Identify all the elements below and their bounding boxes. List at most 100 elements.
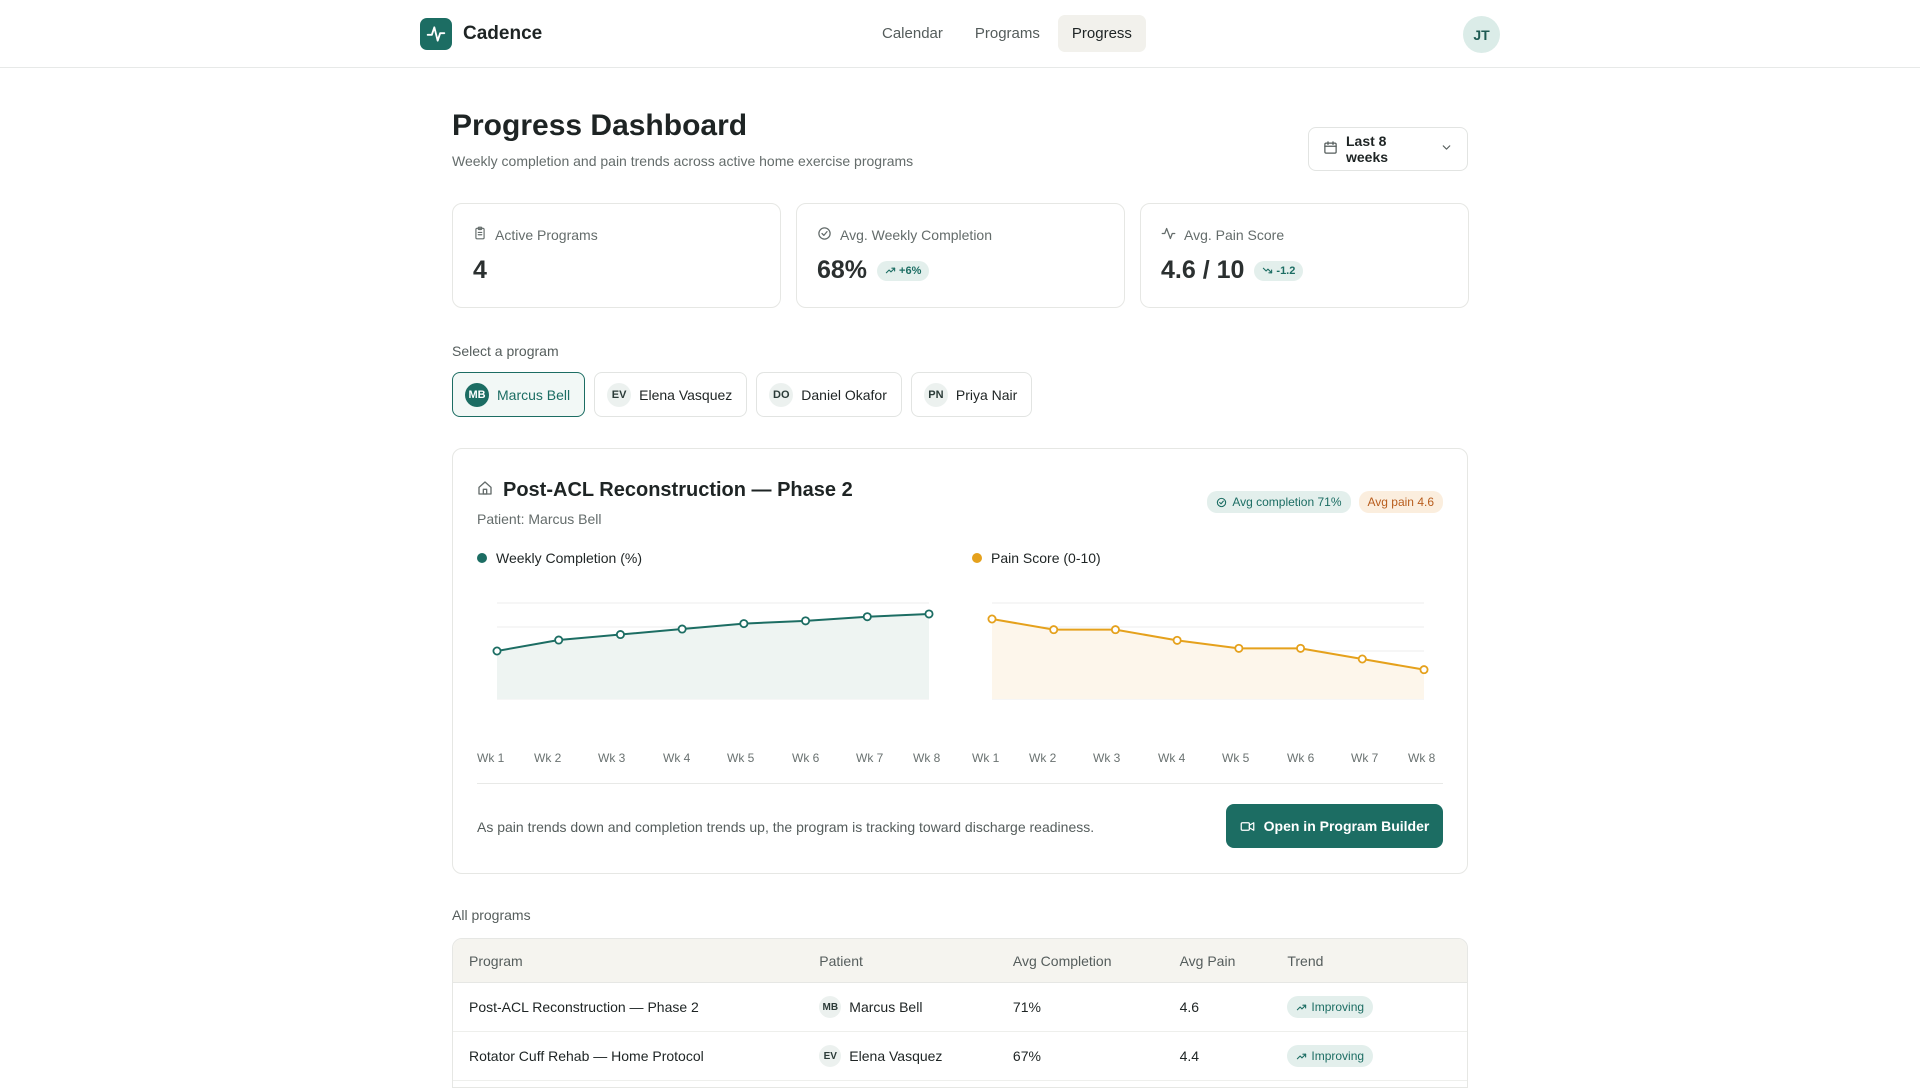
stat-card-active-programs: Active Programs 4 [452, 203, 781, 308]
completion-x-tick-label: Wk 6 [792, 751, 820, 765]
page-subtitle: Weekly completion and pain trends across… [452, 153, 914, 169]
completion-point-6 [801, 616, 811, 626]
program-tab-elena-vasquez[interactable]: EV Elena Vasquez [594, 372, 748, 417]
pain-x-tick-label: Wk 7 [1351, 751, 1379, 765]
program-tab-label: Elena Vasquez [639, 386, 733, 403]
avatar: EV [607, 382, 632, 407]
completion-chart-legend: Weekly Completion (%) [477, 550, 642, 566]
program-detail-card: Post-ACL Reconstruction — Phase 2 Patien… [452, 448, 1468, 874]
completion-x-tick-label: Wk 3 [598, 751, 626, 765]
stat-label: Avg. Pain Score [1184, 227, 1285, 243]
nav-programs[interactable]: Programs [961, 15, 1054, 52]
trend-up-icon [885, 267, 896, 274]
completion-point-7 [862, 612, 872, 622]
top-navigation-bar: Cadence Calendar Programs Progress JT [0, 0, 1920, 68]
main-nav: Calendar Programs Progress [868, 15, 1146, 52]
completion-x-tick-label: Wk 5 [727, 751, 755, 765]
trend-up-icon [1297, 1053, 1307, 1059]
completion-point-8 [924, 609, 934, 619]
pain-point-7 [1357, 654, 1367, 664]
trend-badge: Improving [1287, 1045, 1374, 1067]
pain-x-tick-label: Wk 4 [1158, 751, 1186, 765]
column-header-patient[interactable]: Patient [819, 953, 1013, 969]
pain-point-3 [1110, 625, 1120, 635]
delta-badge: +6% [877, 260, 930, 281]
completion-point-2 [554, 635, 564, 645]
stat-value: 4.6 / 10 [1161, 256, 1245, 284]
program-patient: Patient: Marcus Bell [477, 511, 602, 527]
activity-icon [1161, 226, 1176, 244]
chevron-down-icon [1440, 141, 1453, 157]
avatar: MB [819, 996, 842, 1018]
pain-x-tick-label: Wk 6 [1287, 751, 1315, 765]
cell-trend: Improving [1287, 1045, 1467, 1067]
home-icon [477, 480, 493, 501]
app-name: Cadence [463, 23, 543, 44]
pain-chart-legend: Pain Score (0-10) [972, 550, 1101, 566]
cell-patient: MB Marcus Bell [819, 996, 1013, 1018]
divider [477, 783, 1443, 784]
stat-label: Active Programs [495, 226, 598, 243]
stat-card-avg-pain: Avg. Pain Score 4.6 / 10 -1.2 [1140, 203, 1469, 308]
pain-line-chart: Wk 1 Wk 2 Wk 3 Wk 4 Wk 5 Wk 6 Wk 7 Wk 8 [972, 602, 1436, 765]
completion-point-1 [492, 646, 502, 656]
trend-down-icon [1263, 267, 1273, 274]
cell-completion: 71% [1012, 999, 1041, 1015]
program-tab-label: Daniel Okafor [801, 386, 887, 403]
cell-trend: Improving [1287, 996, 1467, 1018]
pain-chart-title: Pain Score (0-10) [991, 550, 1101, 566]
date-range-value: Last 8 weeks [1346, 133, 1389, 165]
pain-x-tick-label: Wk 8 [1408, 751, 1436, 765]
column-header-trend[interactable]: Trend [1287, 953, 1467, 969]
table-row[interactable]: Rotator Cuff Rehab — Home Protocol EV El… [453, 1032, 1467, 1081]
avg-pain-pill: Avg pain 4.6 [1358, 491, 1443, 513]
open-program-builder-button[interactable]: Open in Program Builder [1226, 804, 1443, 848]
program-tabs: MB Marcus Bell EV Elena Vasquez DO Danie… [452, 372, 1033, 417]
table-row[interactable]: Post-ACL Reconstruction — Phase 2 MB Mar… [453, 983, 1467, 1032]
column-header-program[interactable]: Program [453, 953, 819, 969]
nav-calendar[interactable]: Calendar [868, 15, 957, 52]
cell-patient: EV Elena Vasquez [819, 1045, 1013, 1067]
trend-up-icon [1297, 1004, 1307, 1010]
avatar: PN [923, 382, 948, 407]
date-range-select[interactable]: Last 8 weeks [1308, 127, 1468, 171]
pain-point-1 [987, 614, 997, 624]
pain-point-8 [1419, 665, 1429, 675]
avatar: EV [819, 1045, 842, 1067]
insight-text: As pain trends down and completion trend… [477, 819, 1095, 835]
completion-x-tick-label: Wk 1 [477, 751, 505, 765]
column-header-avg-pain[interactable]: Avg Pain [1180, 953, 1288, 969]
trend-badge: Improving [1287, 996, 1374, 1018]
pain-x-tick-label: Wk 3 [1093, 751, 1121, 765]
stat-card-avg-completion: Avg. Weekly Completion 68% +6% [796, 203, 1125, 308]
check-circle-icon [1217, 497, 1227, 507]
program-tab-daniel-okafor[interactable]: DO Daniel Okafor [756, 372, 902, 417]
program-tab-priya-nair[interactable]: PN Priya Nair [910, 372, 1033, 417]
cell-pain: 4.4 [1179, 1048, 1200, 1064]
user-avatar[interactable]: JT [1463, 16, 1500, 53]
legend-dot [972, 553, 982, 563]
calendar-icon [1323, 140, 1338, 158]
legend-dot [477, 553, 487, 563]
stat-value: 4 [473, 256, 487, 284]
completion-x-tick-label: Wk 2 [534, 751, 562, 765]
pain-x-tick-label: Wk 5 [1222, 751, 1250, 765]
pain-point-2 [1049, 625, 1059, 635]
nav-progress[interactable]: Progress [1057, 15, 1146, 52]
pain-x-tick-label: Wk 1 [972, 751, 1000, 765]
avatar: MB [465, 382, 489, 407]
completion-point-5 [739, 619, 749, 629]
check-circle-icon [817, 226, 832, 244]
completion-x-tick-label: Wk 4 [663, 751, 691, 765]
completion-point-3 [615, 630, 625, 640]
cell-program: Rotator Cuff Rehab — Home Protocol [469, 1048, 704, 1064]
completion-chart-title: Weekly Completion (%) [496, 550, 643, 566]
pain-x-tick-label: Wk 2 [1029, 751, 1057, 765]
pain-point-6 [1296, 643, 1306, 653]
stat-label: Avg. Weekly Completion [840, 227, 992, 243]
clipboard-icon [473, 226, 487, 243]
column-header-avg-completion[interactable]: Avg Completion [1013, 953, 1180, 969]
program-select-label: Select a program [452, 343, 559, 359]
program-tab-marcus-bell[interactable]: MB Marcus Bell [452, 372, 586, 417]
brand[interactable]: Cadence [420, 18, 542, 50]
